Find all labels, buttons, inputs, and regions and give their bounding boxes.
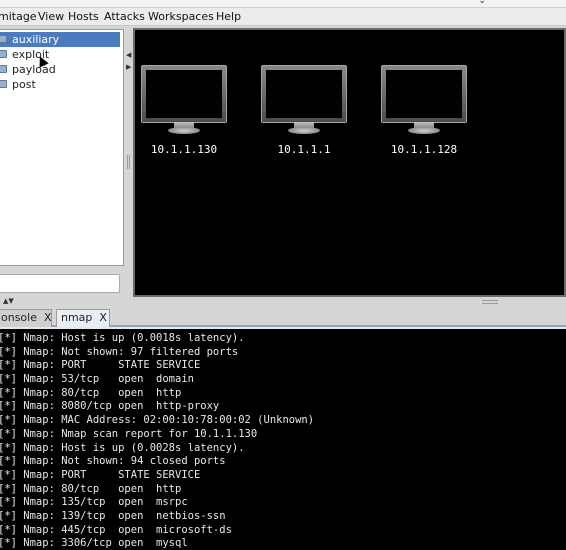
tree-item-post[interactable]: post: [0, 77, 120, 92]
host-ip-label: 10.1.1.1: [277, 143, 331, 156]
console-line: [*] Nmap: Host is up (0.0028s latency).: [0, 442, 245, 454]
console-line: [*] Nmap: 3306/tcp open mysql: [0, 537, 188, 549]
monitor-icon: [381, 65, 467, 123]
console-line: [*] Nmap: PORT STATE SERVICE: [0, 469, 201, 481]
host-node[interactable]: 10.1.1.1: [261, 65, 347, 156]
horizontal-splitter[interactable]: ▲▼: [0, 297, 566, 308]
console-line: [*] Nmap: Not shown: 97 filtered ports: [0, 346, 239, 358]
console-line: [*] Nmap: PORT STATE SERVICE: [0, 359, 201, 371]
tree-item-label: payload: [12, 63, 56, 76]
collapse-arrows-icon[interactable]: ▲▼: [3, 297, 14, 305]
monitor-icon: [261, 65, 347, 123]
tab-nmap[interactable]: nmap X: [56, 309, 110, 327]
console-output[interactable]: [*] Nmap: Host is up (0.0018s latency). …: [0, 327, 566, 550]
targets-canvas[interactable]: 10.1.1.130 10.1.1.1 10.1.1.128: [133, 28, 566, 297]
console-line: [*] Nmap: MAC Address: 02:00:10:78:00:02…: [0, 414, 315, 426]
menu-hosts[interactable]: Hosts: [68, 10, 99, 23]
menu-workspaces[interactable]: Workspaces: [148, 10, 214, 23]
monitor-base: [288, 127, 320, 134]
console-line: [*] Nmap: 445/tcp open microsoft-ds: [0, 524, 232, 536]
console-line: [*] Nmap: 53/tcp open domain: [0, 373, 194, 385]
folder-icon: [0, 65, 7, 73]
folder-icon: [0, 35, 7, 43]
folder-icon: [0, 50, 7, 58]
tab-bar: onsole X nmap X: [0, 308, 566, 327]
arrow-right-icon[interactable]: ▶: [126, 63, 131, 71]
console-line: [*] Nmap: Nmap scan report for 10.1.1.13…: [0, 428, 258, 440]
close-icon[interactable]: X: [99, 311, 107, 324]
tab-label: onsole: [1, 311, 37, 324]
console-line: [*] Nmap: 135/tcp open msrpc: [0, 496, 188, 508]
tree-item-label: post: [12, 78, 36, 91]
host-ip-label: 10.1.1.130: [150, 143, 218, 156]
menu-bar: mitage View Hosts Attacks Workspaces Hel…: [0, 8, 566, 26]
console-line: [*] Nmap: 80/tcp open http: [0, 387, 182, 399]
console-line: [*] Nmap: Not shown: 94 closed ports: [0, 455, 226, 467]
tree-item-payload[interactable]: payload: [0, 62, 120, 77]
console-line: [*] Nmap: 8080/tcp open http-proxy: [0, 400, 220, 412]
tab-console[interactable]: onsole X: [0, 309, 52, 327]
menu-armitage[interactable]: mitage: [0, 10, 37, 23]
window-title-strip: ⌄: [0, 0, 566, 8]
tree-item-label: auxiliary: [12, 33, 60, 46]
console-line: [*] Nmap: 139/tcp open netbios-ssn: [0, 510, 226, 522]
host-ip-label: 10.1.1.128: [390, 143, 458, 156]
chevron-down-icon[interactable]: ⌄: [478, 0, 486, 6]
armitage-window: { "menubar": { "items": ["mitage", "View…: [0, 0, 566, 550]
console-line: [*] Nmap: 80/tcp open http: [0, 483, 182, 495]
module-search-input[interactable]: [0, 274, 120, 293]
tree-item-exploit[interactable]: exploit: [0, 47, 120, 62]
menu-help[interactable]: Help: [216, 10, 241, 23]
tab-label: nmap: [61, 311, 93, 324]
tree-item-auxiliary[interactable]: auxiliary: [0, 32, 120, 47]
menu-view[interactable]: View: [38, 10, 64, 23]
folder-icon: [0, 80, 7, 88]
host-node[interactable]: 10.1.1.128: [381, 65, 467, 156]
monitor-base: [408, 127, 440, 134]
host-node[interactable]: 10.1.1.130: [141, 65, 227, 156]
close-icon[interactable]: X: [44, 311, 52, 324]
menu-attacks[interactable]: Attacks: [104, 10, 145, 23]
vertical-splitter[interactable]: ◀ ▶: [125, 29, 133, 297]
module-tree: auxiliary exploit payload post: [0, 29, 124, 266]
monitor-icon: [141, 65, 227, 123]
splitter-grip[interactable]: [482, 300, 498, 304]
arrow-left-icon[interactable]: ◀: [126, 51, 131, 59]
splitter-grip[interactable]: [127, 155, 130, 169]
console-line: [*] Nmap: Host is up (0.0018s latency).: [0, 332, 245, 344]
monitor-base: [168, 127, 200, 134]
